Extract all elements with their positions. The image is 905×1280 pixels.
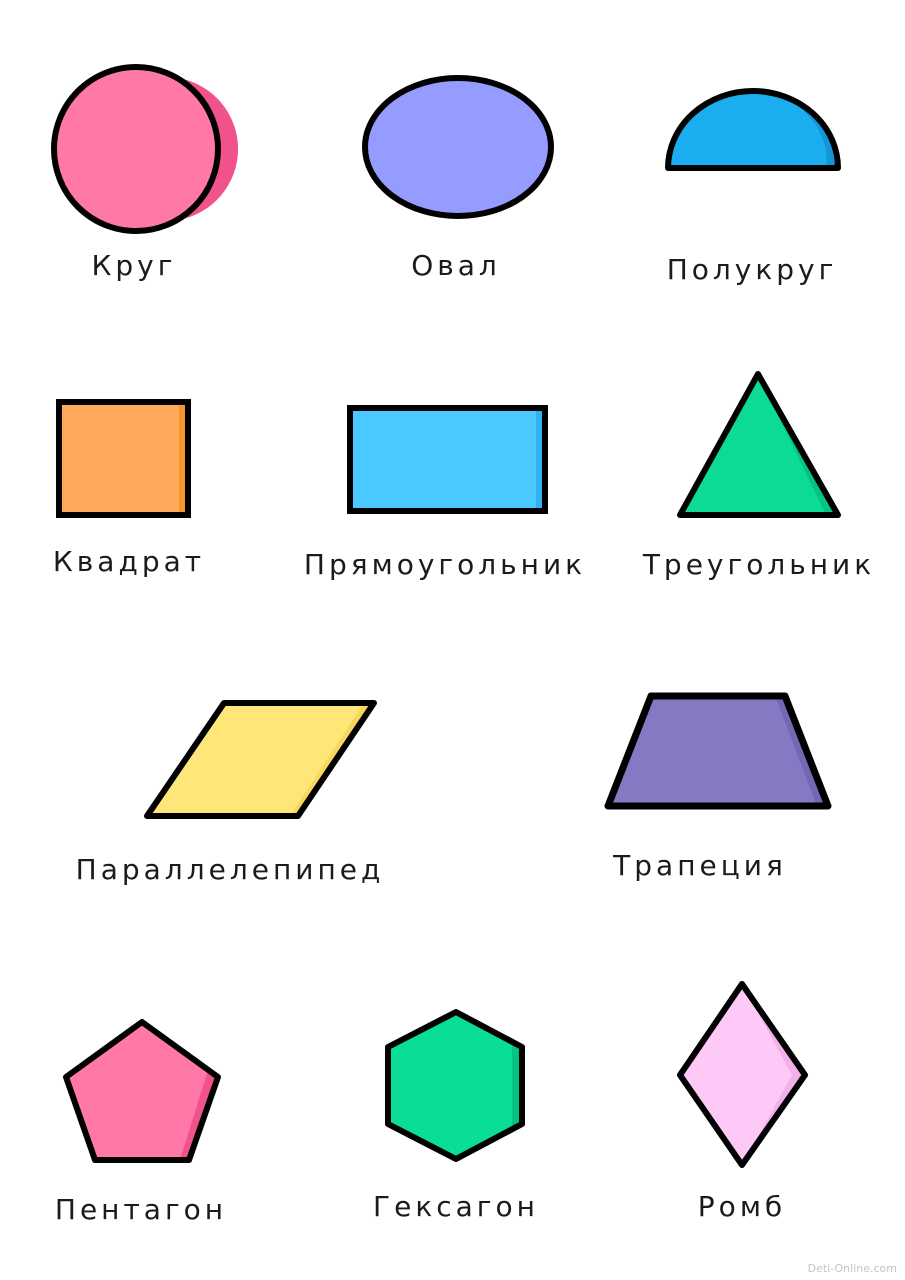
triangle-shape — [677, 371, 841, 518]
trapezoid-shape — [604, 692, 832, 810]
parallelogram-fill — [147, 703, 374, 816]
trapezoid-label: Трапеция — [613, 849, 787, 882]
rhombus-label: Ромб — [697, 1190, 787, 1223]
parallelogram-label: Параллелепипед — [75, 853, 385, 886]
square-label: Квадрат — [52, 545, 206, 578]
oval-shape — [362, 75, 554, 219]
pentagon-label: Пентагон — [54, 1193, 228, 1226]
rectangle-fill — [350, 408, 545, 511]
rectangle-shape — [347, 405, 548, 514]
circle-shape — [51, 64, 239, 234]
rhombus-fill — [680, 984, 805, 1165]
semicircle-shape — [665, 88, 841, 171]
semicircle-fill — [668, 91, 838, 168]
semicircle-label: Полукруг — [666, 253, 838, 286]
hexagon-shape — [385, 1009, 525, 1162]
circle-label: Круг — [91, 249, 177, 282]
hexagon-label: Гексагон — [373, 1190, 539, 1223]
rectangle-label: Прямоугольник — [303, 548, 587, 581]
square-fill — [59, 402, 188, 515]
watermark-text: Deti-Online.com — [807, 1262, 897, 1275]
rhombus-shape — [677, 981, 808, 1168]
triangle-label: Треугольник — [642, 548, 876, 581]
parallelogram-shape — [144, 700, 377, 819]
shapes-canvas — [51, 64, 841, 1168]
pentagon-shape — [63, 1019, 221, 1163]
oval-label: Овал — [411, 249, 501, 282]
square-shape — [56, 399, 191, 518]
triangle-fill — [680, 374, 838, 515]
